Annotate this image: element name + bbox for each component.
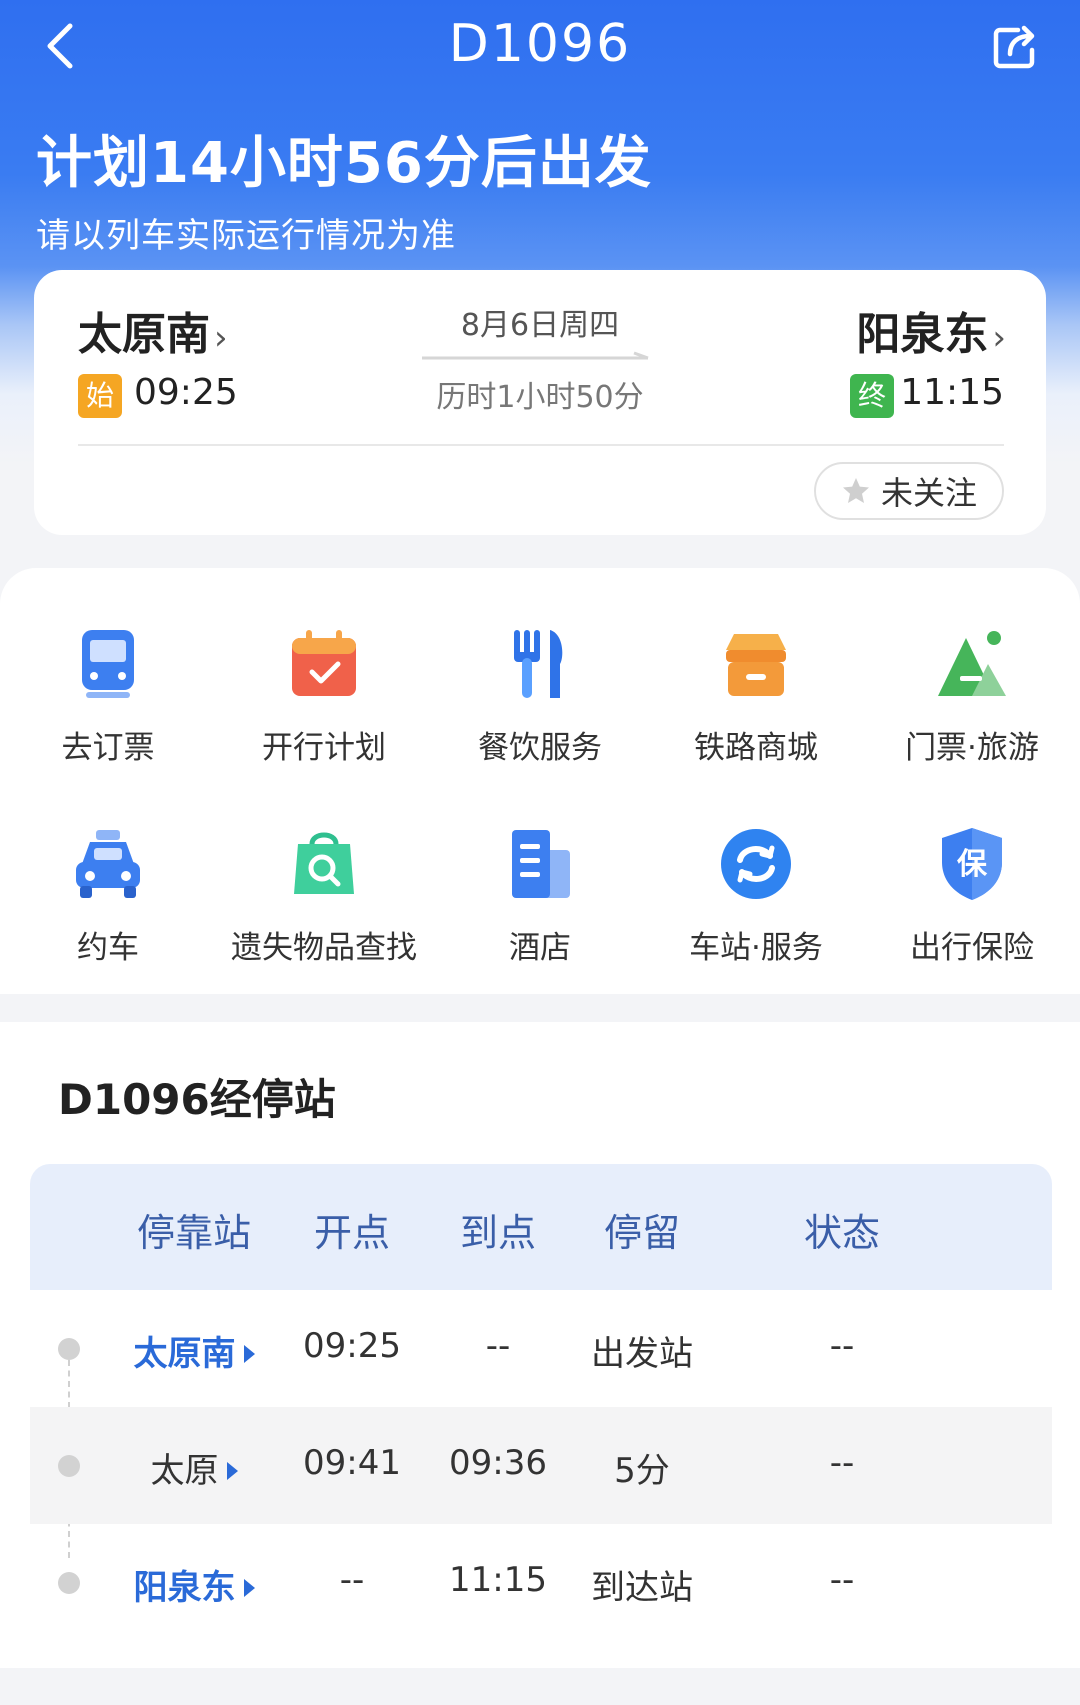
stop-station-name: 太原南 (133, 1334, 236, 1374)
travel-duration: 历时1小时50分 (436, 380, 644, 415)
service-label: 餐饮服务 (478, 730, 602, 766)
table-header: 停靠站 开点 到点 停留 状态 (30, 1164, 1052, 1290)
car-icon (76, 830, 140, 898)
stop-status: -- (829, 1560, 855, 1600)
service-label: 出行保险 (910, 930, 1034, 966)
service-ride-hailing[interactable]: 约车 (0, 824, 216, 967)
column-header: 到点 (459, 1211, 536, 1255)
stop-stay: 到达站 (591, 1568, 693, 1608)
chevron-right-icon: › (992, 318, 1006, 358)
stop-arrive: 09:36 (449, 1443, 547, 1483)
stop-status: -- (829, 1326, 855, 1366)
service-rail-mall[interactable]: 铁路商城 (648, 624, 864, 767)
service-hotel[interactable]: 酒店 (432, 824, 648, 967)
service-label: 铁路商城 (694, 730, 818, 766)
stop-dot (58, 1455, 80, 1477)
follow-label: 未关注 (880, 474, 977, 512)
stop-status: -- (829, 1443, 855, 1483)
follow-button[interactable]: 未关注 (814, 462, 1004, 520)
departure-countdown: 计划14小时56分后出发 (36, 131, 652, 196)
stop-station-name: 阳泉东 (133, 1568, 236, 1608)
column-header: 开点 (313, 1211, 390, 1255)
service-label: 遗失物品查找 (231, 930, 417, 966)
lost-bag-icon (294, 832, 354, 894)
arrive-time: 11:15 (900, 372, 1004, 413)
service-label: 约车 (77, 930, 139, 966)
to-station-name: 阳泉东 (856, 309, 989, 360)
stop-station-name: 太原 (150, 1451, 219, 1491)
triangle-right-icon (226, 1462, 238, 1480)
train-icon (82, 630, 134, 698)
stop-depart: -- (339, 1560, 365, 1600)
stop-depart: 09:41 (303, 1443, 401, 1483)
stops-section: D1096经停站 停靠站 开点 到点 停留 状态 太原南 09:25 -- 出发… (0, 1022, 1080, 1668)
shop-icon (726, 634, 786, 696)
column-header: 状态 (803, 1211, 880, 1255)
table-row: 太原 09:41 09:36 5分 -- (30, 1407, 1052, 1524)
stops-table: 停靠站 开点 到点 停留 状态 太原南 09:25 -- 出发站 -- 太原 0… (30, 1164, 1052, 1640)
refresh-icon (721, 829, 791, 899)
arrow-right-icon (422, 351, 649, 360)
hotel-icon (512, 830, 570, 898)
stop-depart: 09:25 (303, 1326, 401, 1366)
service-label: 门票·旅游 (905, 730, 1039, 766)
column-header: 停靠站 (136, 1211, 251, 1255)
stop-dot (58, 1572, 80, 1594)
service-book-ticket[interactable]: 去订票 (0, 624, 216, 767)
mountain-icon (938, 631, 1006, 696)
end-badge: 终 (850, 374, 894, 418)
stop-arrive: 11:15 (449, 1560, 547, 1600)
column-header: 停留 (603, 1211, 680, 1255)
journey-card: 太原南 › 始 09:25 8月6日周四 历时1小时50分 阳泉东 › 终 11:1… (34, 270, 1046, 535)
service-lost-found[interactable]: 遗失物品查找 (216, 824, 432, 967)
table-row: 太原南 09:25 -- 出发站 -- (30, 1290, 1052, 1407)
service-schedule-plan[interactable]: 开行计划 (216, 624, 432, 767)
fork-knife-icon (514, 630, 563, 698)
svg-text:保: 保 (957, 847, 988, 882)
calendar-icon (292, 630, 356, 696)
service-label: 车站·服务 (689, 930, 823, 966)
service-dining[interactable]: 餐饮服务 (432, 624, 648, 767)
train-number-title: D1096 (448, 14, 632, 74)
stop-station-link[interactable]: 太原 (114, 1443, 274, 1492)
share-button[interactable] (988, 20, 1042, 74)
to-station-link[interactable]: 阳泉东 › (856, 298, 1006, 362)
share-icon (993, 25, 1035, 69)
divider (78, 444, 1004, 446)
services-grid: 去订票 开行计划 餐饮服务 铁路商城 门票·旅游 约车 遗失物品查找 酒店 车站… (0, 568, 1080, 994)
service-travel-insurance[interactable]: 保 出行保险 (864, 824, 1080, 967)
stop-station-link[interactable]: 太原南 (114, 1326, 274, 1375)
stop-dot (58, 1338, 80, 1360)
top-bar: D1096 (0, 0, 1080, 92)
table-row: 阳泉东 -- 11:15 到达站 -- (30, 1524, 1052, 1640)
triangle-right-icon (243, 1579, 255, 1597)
star-icon (842, 478, 869, 503)
service-label: 开行计划 (262, 730, 386, 766)
service-tickets-travel[interactable]: 门票·旅游 (864, 624, 1080, 767)
stops-title: D1096经停站 (58, 1075, 336, 1124)
stop-stay: 出发站 (591, 1334, 693, 1374)
service-label: 酒店 (509, 930, 571, 966)
stop-station-link[interactable]: 阳泉东 (114, 1560, 274, 1609)
stop-stay: 5分 (614, 1451, 670, 1491)
insurance-shield-icon: 保 (942, 828, 1002, 900)
service-station-services[interactable]: 车站·服务 (648, 824, 864, 967)
stop-arrive: -- (485, 1326, 511, 1366)
service-label: 去订票 (61, 730, 155, 766)
triangle-right-icon (243, 1345, 255, 1363)
notice-text: 请以列车实际运行情况为准 (36, 216, 456, 256)
